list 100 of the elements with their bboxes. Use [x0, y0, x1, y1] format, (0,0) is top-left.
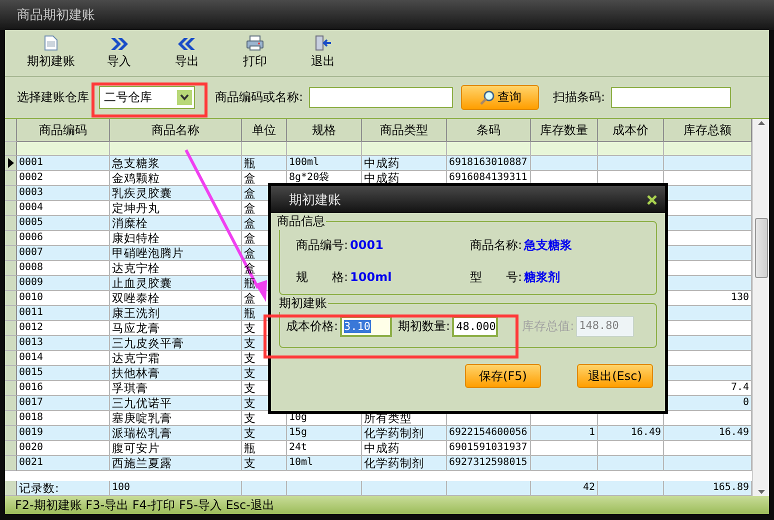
name-cell: 派瑞松乳膏	[110, 426, 242, 442]
code-cell: 0016	[17, 381, 110, 396]
name-cell: 达克宁霜	[110, 351, 242, 366]
search-button[interactable]: 查询	[461, 85, 540, 110]
dialog-title: 期初建账	[289, 192, 341, 208]
code-cell: 0011	[17, 306, 110, 322]
filter-cell[interactable]	[287, 142, 362, 156]
name-cell: 定坤丹丸	[110, 201, 242, 216]
field-label: 期初数量:	[398, 318, 450, 335]
type-cell: 中成药	[362, 441, 447, 456]
toolbar-button[interactable]: 导出	[153, 37, 221, 70]
scroll-up-icon[interactable]	[758, 121, 764, 125]
column-header[interactable]: 商品名称	[110, 119, 242, 142]
unit-cell: 盒	[242, 171, 287, 186]
spec-cell: 100ml	[287, 156, 362, 172]
name-cell: 马应龙膏	[110, 321, 242, 336]
double-right-arrow-icon	[110, 37, 128, 51]
toolbar-button[interactable]: 打印	[221, 35, 289, 70]
unit-cell: 瓶	[242, 156, 287, 172]
name-cell: 三九皮炎平膏	[110, 336, 242, 352]
window-title: 商品期初建账	[17, 7, 95, 24]
code-cell: 0005	[17, 216, 110, 232]
close-icon[interactable]	[647, 194, 657, 204]
summary-cell: 42	[531, 480, 598, 496]
scroll-down-icon[interactable]	[758, 490, 764, 494]
magnifier-icon	[478, 90, 495, 106]
code-cell: 0009	[17, 276, 110, 292]
barcode-cell: 6927312598015	[447, 456, 531, 472]
name-cell: 康妇特栓	[110, 231, 242, 246]
summary-cell: 记录数:	[17, 480, 110, 496]
name-cell: 乳疾灵胶囊	[110, 186, 242, 202]
column-header[interactable]: 商品类型	[362, 119, 447, 142]
code-cell: 0010	[17, 291, 110, 306]
code-cell: 0019	[17, 426, 110, 442]
type-cell: 中成药	[362, 156, 447, 172]
type-cell: 化学药制剂	[362, 456, 447, 472]
info-value: 急支糖浆	[524, 238, 572, 252]
unit-cell: 支	[242, 426, 287, 442]
warehouse-dropdown[interactable]: 二号仓库	[99, 86, 195, 109]
summary-cell: 100	[110, 480, 242, 496]
column-header[interactable]: 成本价	[598, 119, 664, 142]
printer-icon	[246, 35, 264, 51]
summary-cell: 165.89	[664, 480, 752, 496]
filter-cell[interactable]	[447, 142, 531, 156]
name-cell: 西施兰夏露	[110, 456, 242, 472]
filter-cell[interactable]	[664, 142, 752, 156]
code-cell: 0017	[17, 396, 110, 412]
toolbar-button[interactable]: 期初建账	[17, 35, 85, 70]
column-header[interactable]: 单位	[242, 119, 287, 142]
barcode-field[interactable]	[611, 87, 732, 108]
code-cell: 0006	[17, 231, 110, 246]
name-cell: 双唑泰栓	[110, 291, 242, 306]
column-header[interactable]: 库存总额	[664, 119, 752, 142]
filter-cell[interactable]	[598, 142, 664, 156]
row-header[interactable]	[5, 156, 17, 172]
toolbar-button[interactable]: 导入	[85, 37, 153, 70]
filter-cell[interactable]	[242, 142, 287, 156]
warehouse-label: 选择建账仓库	[17, 89, 89, 106]
dialog-button[interactable]: 退出(Esc)	[577, 364, 653, 388]
input-field[interactable]: 3.10	[340, 316, 392, 337]
name-cell: 塞庚啶乳膏	[110, 411, 242, 426]
row-header	[5, 142, 17, 156]
barcode-cell: 6918163010887	[447, 156, 531, 172]
filter-cell[interactable]	[17, 142, 110, 156]
unit-cell: 支	[242, 456, 287, 472]
toolbar-button[interactable]: 退出	[289, 35, 357, 70]
info-label: 商品编号:	[296, 238, 348, 252]
column-header[interactable]: 商品编码	[17, 119, 110, 142]
row-header	[5, 480, 17, 496]
column-header[interactable]: 库存数量	[531, 119, 598, 142]
code-cell: 0015	[17, 366, 110, 382]
barcode-label: 扫描条码:	[553, 89, 606, 106]
code-cell: 0021	[17, 456, 110, 472]
unit-cell: 瓶	[242, 441, 287, 456]
name-cell: 孚琪膏	[110, 381, 242, 396]
filter-cell[interactable]	[110, 142, 242, 156]
info-label: 型 号:	[470, 270, 522, 284]
spec-cell: 24t	[287, 441, 362, 456]
filter-cell[interactable]	[362, 142, 447, 156]
info-value: 100ml	[350, 270, 392, 284]
code-cell: 0014	[17, 351, 110, 366]
code-cell: 0018	[17, 411, 110, 426]
name-cell: 扶他林膏	[110, 366, 242, 382]
code-cell: 0003	[17, 186, 110, 202]
scrollbar[interactable]	[752, 119, 769, 496]
info-label: 商品名称:	[470, 238, 522, 252]
status-bar: F2-期初建账 F3-导出 F4-打印 F5-导入 Esc-退出	[5, 496, 769, 514]
info-value: 0001	[350, 238, 384, 252]
dialog-button[interactable]: 保存(F5)	[465, 364, 541, 388]
name-cell: 止血灵胶囊	[110, 276, 242, 292]
code-cell: 0012	[17, 321, 110, 336]
scroll-thumb[interactable]	[754, 218, 768, 278]
input-field[interactable]: 48.000	[452, 316, 498, 337]
column-header[interactable]: 条码	[447, 119, 531, 142]
column-header[interactable]: 规格	[287, 119, 362, 142]
field-label: 库存总值:	[522, 318, 574, 335]
spec-cell: 15g	[287, 426, 362, 442]
field-label: 成本价格:	[286, 318, 338, 335]
search-field[interactable]	[309, 87, 454, 108]
filter-cell[interactable]	[531, 142, 598, 156]
